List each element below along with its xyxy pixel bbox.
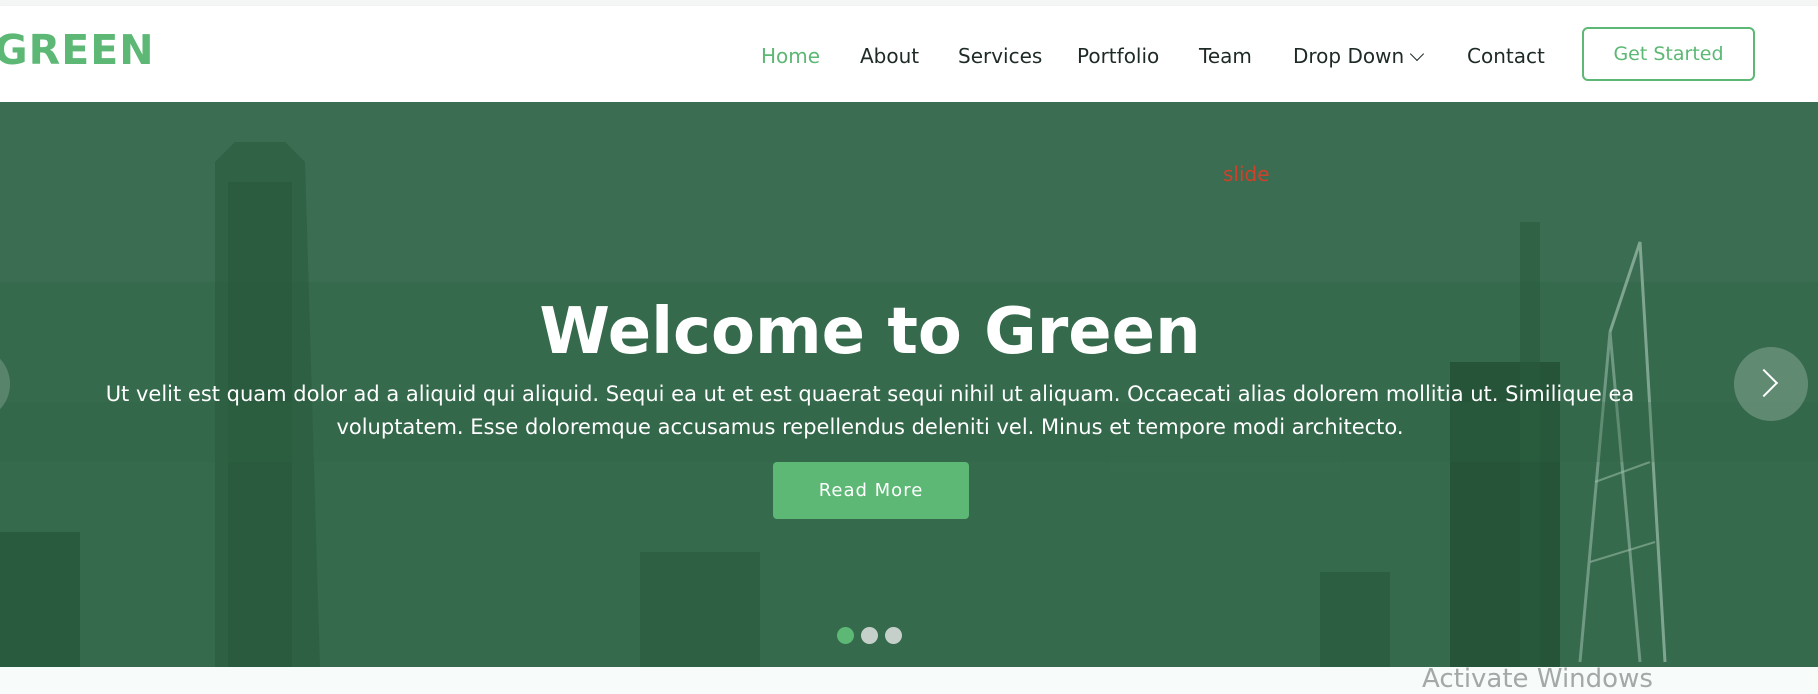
carousel-next-button[interactable] <box>1734 347 1808 421</box>
site-header: GREEN Home About Services Portfolio Team… <box>0 6 1818 102</box>
nav-item-home[interactable]: Home <box>761 44 820 68</box>
carousel-dot-1[interactable] <box>837 627 854 644</box>
nav-item-team[interactable]: Team <box>1199 44 1252 68</box>
chevron-right-icon <box>1749 368 1779 398</box>
carousel-indicators <box>837 627 902 644</box>
hero-carousel: slide Welcome to Green Ut velit est quam… <box>0 102 1818 667</box>
slide-tag: slide <box>1223 162 1270 186</box>
nav-item-portfolio[interactable]: Portfolio <box>1077 44 1159 68</box>
hero-title: Welcome to Green <box>539 294 1201 369</box>
read-more-button[interactable]: Read More <box>773 462 969 519</box>
chevron-down-icon <box>1410 46 1425 62</box>
nav-item-dropdown-label: Drop Down <box>1293 44 1405 68</box>
main-nav: Home About Services Portfolio Team Drop … <box>0 6 1818 102</box>
activate-windows-watermark: Activate Windows <box>1422 664 1653 694</box>
nav-item-dropdown[interactable]: Drop Down <box>1293 44 1425 68</box>
carousel-dot-3[interactable] <box>885 627 902 644</box>
nav-item-contact[interactable]: Contact <box>1467 44 1545 68</box>
hero-description: Ut velit est quam dolor ad a aliquid qui… <box>105 382 1635 439</box>
carousel-dot-2[interactable] <box>861 627 878 644</box>
nav-item-about[interactable]: About <box>860 44 919 68</box>
get-started-button[interactable]: Get Started <box>1582 27 1755 81</box>
nav-item-services[interactable]: Services <box>958 44 1042 68</box>
